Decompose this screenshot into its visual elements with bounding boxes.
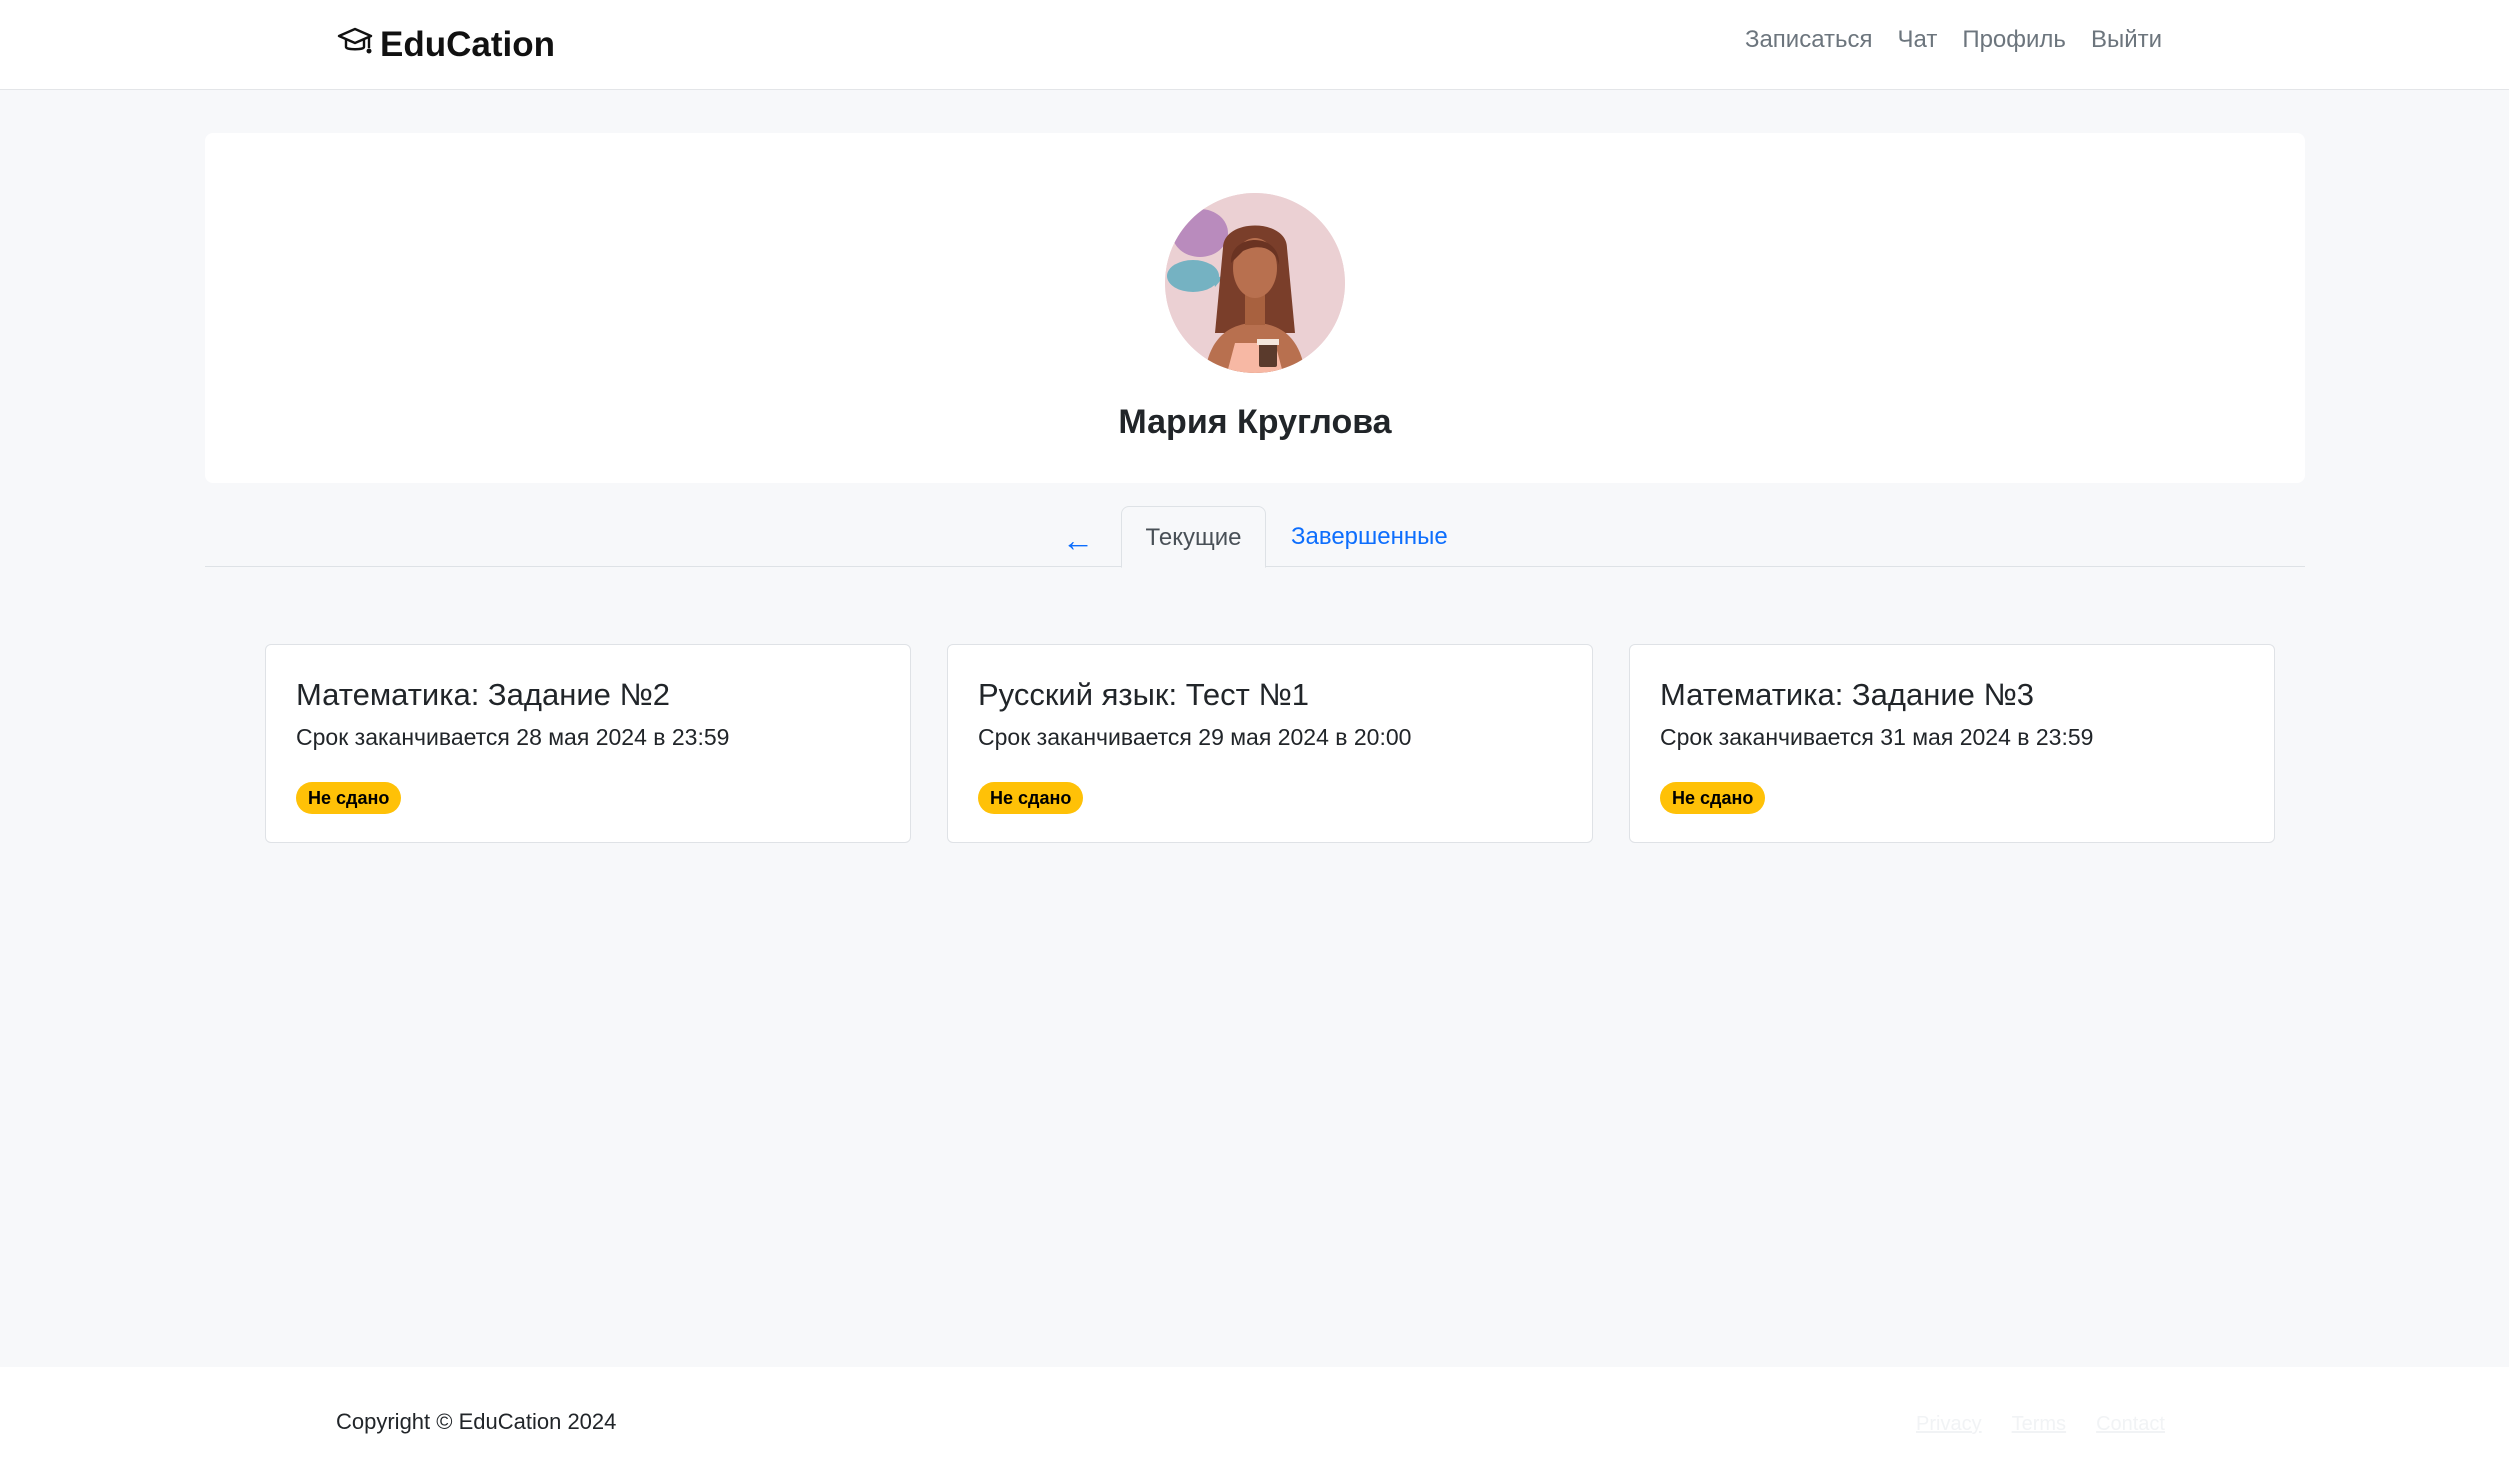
task-deadline: Срок заканчивается 28 мая 2024 в 23:59 bbox=[296, 724, 730, 750]
task-card[interactable]: Русский язык: Тест №1 Срок заканчивается… bbox=[947, 644, 1593, 843]
nav-link-profile[interactable]: Профиль bbox=[1962, 26, 2066, 54]
profile-card: Мария Круглова bbox=[205, 133, 2305, 483]
nav-link-logout[interactable]: Выйти bbox=[2091, 26, 2162, 54]
footer: Copyright © EduCation 2024 Privacy Terms… bbox=[0, 1367, 2509, 1470]
task-title: Математика: Задание №3 bbox=[1660, 677, 2034, 712]
brand-name: EduCation bbox=[380, 25, 555, 64]
status-badge: Не сдано bbox=[296, 782, 402, 814]
task-card[interactable]: Математика: Задание №2 Срок заканчиваетс… bbox=[265, 644, 911, 843]
status-badge: Не сдано bbox=[1660, 782, 1766, 814]
nav-link-enroll[interactable]: Записаться bbox=[1745, 26, 1873, 54]
brand-link[interactable]: EduCation bbox=[336, 22, 555, 68]
profile-name: Мария Круглова bbox=[1118, 403, 1392, 441]
task-card[interactable]: Математика: Задание №3 Срок заканчиваетс… bbox=[1629, 644, 2275, 843]
task-title: Математика: Задание №2 bbox=[296, 677, 670, 712]
footer-links: Privacy Terms Contact bbox=[1916, 1413, 2165, 1436]
footer-link-terms[interactable]: Terms bbox=[2012, 1413, 2066, 1436]
footer-link-privacy[interactable]: Privacy bbox=[1916, 1413, 1982, 1436]
task-deadline: Срок заканчивается 29 мая 2024 в 20:00 bbox=[978, 724, 1412, 750]
task-deadline: Срок заканчивается 31 мая 2024 в 23:59 bbox=[1660, 724, 2094, 750]
navbar: EduCation Записаться Чат Профиль Выйти bbox=[0, 0, 2509, 90]
graduation-cap-icon bbox=[336, 24, 374, 67]
copyright-text: Copyright © EduCation 2024 bbox=[336, 1409, 617, 1434]
status-badge: Не сдано bbox=[978, 782, 1084, 814]
nav-link-chat[interactable]: Чат bbox=[1898, 26, 1938, 54]
task-title: Русский язык: Тест №1 bbox=[978, 677, 1309, 712]
nav-menu: Записаться Чат Профиль Выйти bbox=[1745, 26, 2162, 54]
tab-current[interactable]: Текущие bbox=[1121, 506, 1266, 568]
avatar bbox=[1165, 193, 1345, 373]
tab-completed[interactable]: Завершенные bbox=[1291, 506, 1448, 568]
back-arrow-icon[interactable]: ← bbox=[1062, 520, 1096, 560]
footer-link-contact[interactable]: Contact bbox=[2096, 1413, 2165, 1436]
